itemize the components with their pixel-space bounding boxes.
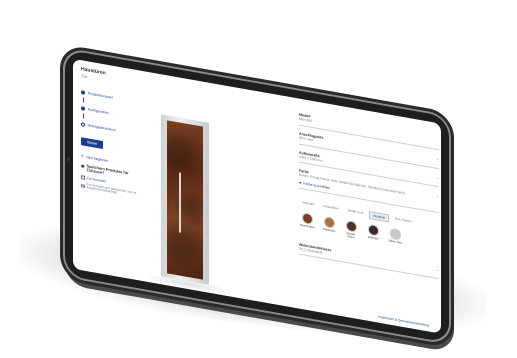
chevron-down-icon: ⌄: [436, 194, 439, 199]
swatch-label: Rost-Patina: [299, 222, 315, 230]
swatch-label: Dunkle Eiche: [346, 231, 356, 240]
fine-print-checkbox[interactable]: [81, 183, 85, 188]
swatch-option[interactable]: Dunkle Eiche: [343, 219, 359, 241]
tab-ral[interactable]: RAL-Farben: [392, 215, 414, 227]
chevron-down-icon: ⌄: [436, 156, 439, 162]
door-handle: [179, 172, 181, 233]
confirm-checkbox[interactable]: [81, 175, 85, 180]
tab-metal[interactable]: Metall-Look: [345, 207, 367, 219]
imprint-link[interactable]: Impressum & Datenschutzerklärung: [378, 315, 429, 328]
app-header: Haustüren Tür: [81, 66, 106, 82]
step-dot-icon: [81, 121, 85, 127]
chevron-down-icon: ⌄: [436, 175, 439, 180]
door-panel: [167, 120, 203, 280]
tab-standard[interactable]: Standard: [299, 199, 317, 210]
step-label: Konfiguration: [88, 106, 109, 115]
config-panel: Modell Maxi 460 Anschlagseite DIN Links …: [299, 110, 439, 284]
step-label: Anfrageabschluss: [88, 122, 116, 132]
field-value: RC 2 (Standard): [299, 246, 323, 255]
camera-dot: [67, 157, 70, 162]
info-icon: ●: [299, 179, 302, 186]
door-preview: [161, 114, 209, 285]
stepper: Produktauswahl Konfiguration Anfrageabsc…: [81, 86, 145, 200]
refresh-icon: ↻: [81, 153, 85, 159]
next-button[interactable]: Weiter: [81, 137, 104, 150]
swatch-label: Walnuss: [367, 234, 379, 241]
swatch-label: Silber matt: [388, 238, 402, 245]
bookmark-icon: ⬢: [81, 163, 85, 169]
swatch-label: Goldeiche: [322, 226, 336, 234]
restart-link-label: Neu beginnen: [86, 154, 109, 163]
step-dot-icon: [81, 89, 85, 95]
step-dot-icon: [81, 105, 85, 111]
tab-rust[interactable]: Rostlook: [369, 211, 390, 223]
swatch-option[interactable]: Silber matt: [387, 227, 403, 248]
swatch-option[interactable]: Walnuss: [365, 223, 381, 244]
tab-wood[interactable]: Holzoptiken: [320, 203, 342, 215]
swatch-option[interactable]: Goldeiche: [321, 216, 337, 237]
step-label: Produktauswahl: [88, 90, 113, 100]
swatch-option[interactable]: Rost-Patina: [299, 212, 315, 233]
chevron-down-icon: ⌄: [436, 267, 439, 272]
